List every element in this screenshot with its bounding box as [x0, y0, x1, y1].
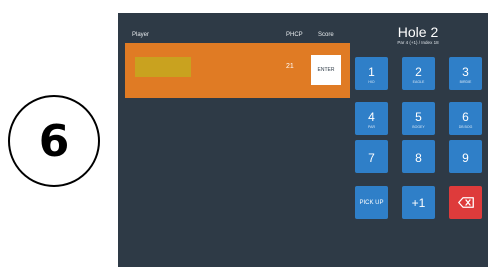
- key-3[interactable]: 3 BIRDIE: [449, 57, 482, 90]
- key-1-label: HIO: [368, 80, 375, 84]
- key-1[interactable]: 1 HIO: [355, 57, 388, 90]
- key-9[interactable]: 9: [449, 140, 482, 173]
- hole-title: Hole 2: [397, 24, 439, 40]
- key-6-number: 6: [462, 110, 469, 124]
- key-3-label: BIRDIE: [459, 80, 472, 84]
- key-3-number: 3: [462, 65, 469, 79]
- hole-subtitle: Par 4 (+1) / Index 18: [397, 40, 439, 45]
- key-4[interactable]: 4 PAR: [355, 102, 388, 135]
- key-4-number: 4: [368, 110, 375, 124]
- score-entry-panel: Player PHCP Score Hole 2 Par 4 (+1) / In…: [118, 13, 488, 267]
- enter-score-button[interactable]: ENTER: [311, 55, 341, 85]
- key-5-label: BOGEY: [412, 125, 425, 129]
- key-2[interactable]: 2 EAGLE: [402, 57, 435, 90]
- key-7[interactable]: 7: [355, 140, 388, 173]
- key-9-number: 9: [462, 151, 469, 165]
- key-7-number: 7: [368, 151, 375, 165]
- backspace-icon: [457, 197, 474, 208]
- pick-up-button[interactable]: PICK UP: [355, 186, 388, 219]
- player-column-header: Player: [132, 32, 150, 38]
- key-1-number: 1: [368, 65, 375, 79]
- key-2-label: EAGLE: [412, 80, 425, 84]
- player-phcp: 21: [286, 63, 294, 70]
- key-6-label: DB BOG: [458, 125, 473, 129]
- backspace-button[interactable]: [449, 186, 482, 219]
- player-row[interactable]: 21 ENTER: [125, 43, 350, 98]
- plus-one-button[interactable]: +1: [402, 186, 435, 219]
- key-6[interactable]: 6 DB BOG: [449, 102, 482, 135]
- key-8[interactable]: 8: [402, 140, 435, 173]
- player-name-redacted: [135, 57, 191, 77]
- phcp-column-header: PHCP: [286, 32, 303, 38]
- key-4-label: PAR: [368, 125, 375, 129]
- key-5[interactable]: 5 BOGEY: [402, 102, 435, 135]
- key-2-number: 2: [415, 65, 422, 79]
- score-column-header: Score: [318, 32, 334, 38]
- step-number-badge: 6: [8, 95, 100, 187]
- key-5-number: 5: [415, 110, 422, 124]
- key-8-number: 8: [415, 151, 422, 165]
